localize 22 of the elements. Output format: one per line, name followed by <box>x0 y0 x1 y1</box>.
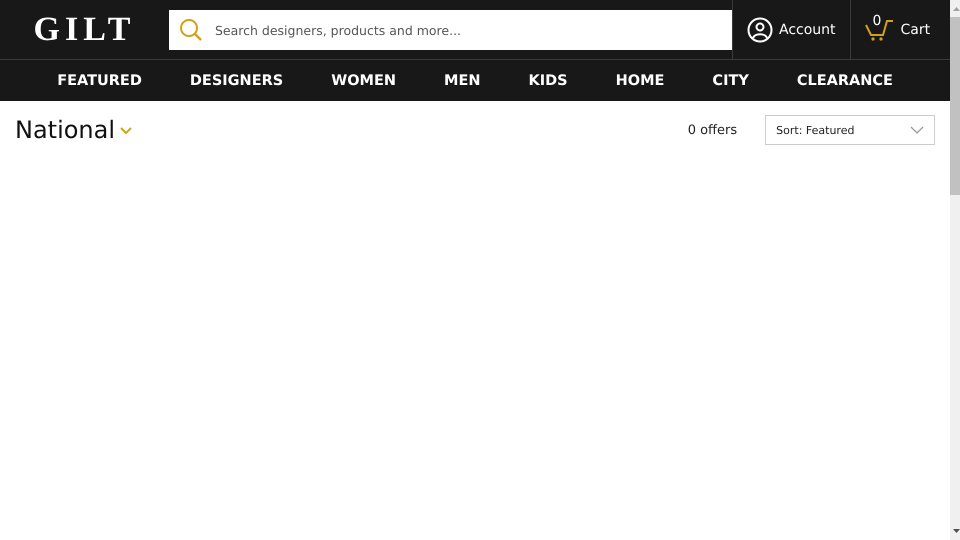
cart-count: 0 <box>872 12 882 28</box>
nav-link[interactable]: KIDS <box>504 72 592 88</box>
nav-link[interactable]: HOME <box>592 72 688 88</box>
search-icon <box>179 18 203 42</box>
chevron-icon <box>119 125 134 135</box>
search-bar[interactable]: Search designers, products and more... <box>169 10 732 50</box>
nav-link[interactable]: MEN <box>420 72 504 88</box>
nav-link[interactable]: FEATURED <box>33 72 166 88</box>
nav-link[interactable]: WOMEN <box>307 72 420 88</box>
scrollbar[interactable] <box>950 0 960 540</box>
account-link[interactable]: Account <box>732 0 850 59</box>
sort-dropdown[interactable]: Sort: Featured <box>765 115 936 145</box>
logo[interactable]: GILT <box>0 0 169 59</box>
nav-link[interactable]: DESIGNERS <box>166 72 308 88</box>
scrollbar-thumb[interactable] <box>950 17 960 195</box>
user-icon <box>747 16 773 42</box>
nav-link[interactable]: CITY <box>688 72 773 88</box>
offers-count: 0 offers <box>688 122 738 138</box>
chevron-icon <box>910 125 924 135</box>
nav-link[interactable]: CLEARANCE <box>772 72 917 88</box>
location-dropdown[interactable]: National <box>15 116 134 144</box>
cart-label: Cart <box>900 22 930 38</box>
